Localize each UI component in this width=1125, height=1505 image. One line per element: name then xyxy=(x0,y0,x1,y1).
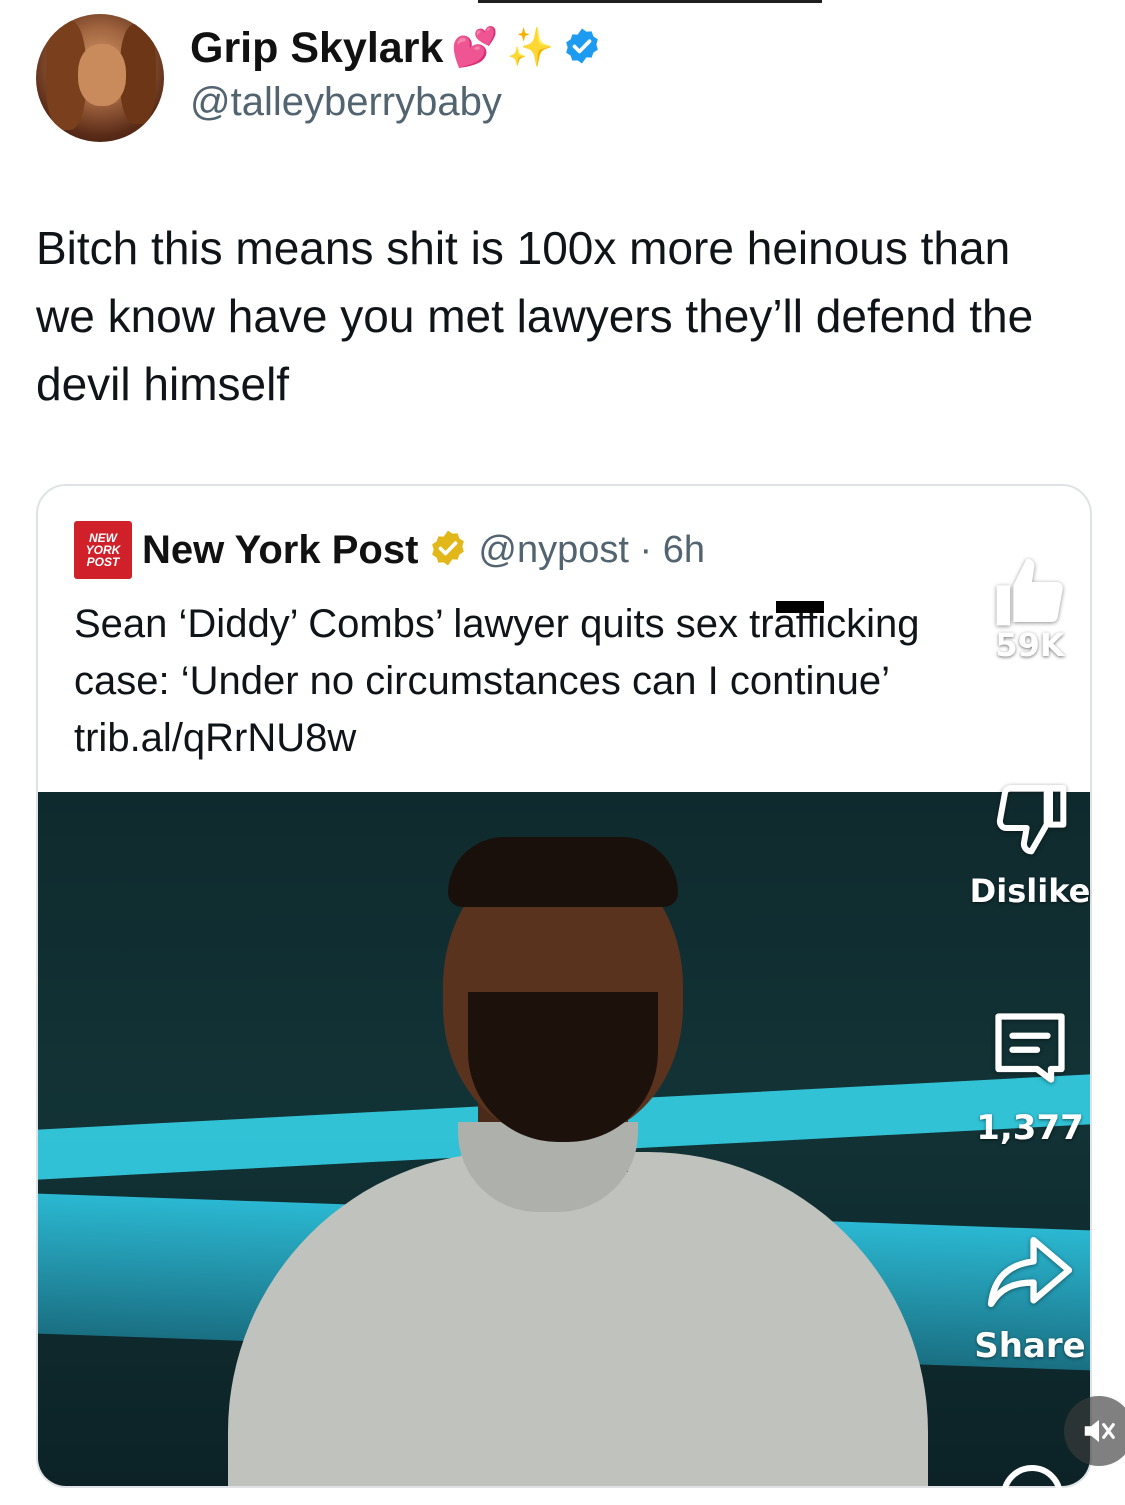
dislike-label: Dislike xyxy=(969,872,1091,910)
quoted-header: NEW YORK POST New York Post @nypost · 6h xyxy=(74,521,705,579)
comment-button[interactable]: 1,377 xyxy=(968,1006,1092,1148)
mute-speaker-icon xyxy=(1084,1419,1115,1443)
mute-button[interactable] xyxy=(1064,1396,1125,1466)
thumbs-up-icon xyxy=(996,558,1063,626)
photo-hair xyxy=(448,837,678,907)
quoted-handle-time: @nypost · 6h xyxy=(478,528,705,571)
author-name-row: Grip Skylark 💕 ✨ xyxy=(190,22,602,74)
top-progress-line xyxy=(478,0,822,3)
quoted-tweet-card[interactable]: NEW YORK POST New York Post @nypost · 6h… xyxy=(36,484,1092,1488)
heart-emoji: 💕 xyxy=(451,27,499,69)
nypost-logo: NEW YORK POST xyxy=(74,521,132,579)
share-button[interactable]: Share xyxy=(968,1232,1092,1366)
avatar[interactable] xyxy=(36,14,164,142)
tweet-text: Bitch this means shit is 100x more heino… xyxy=(36,222,1034,410)
comment-count: 1,377 xyxy=(976,1108,1084,1148)
dislike-button[interactable]: Dislike xyxy=(968,778,1092,910)
share-label: Share xyxy=(974,1326,1086,1366)
quoted-text-line: case: ‘Under no circumstances can I cont… xyxy=(74,659,890,703)
thumbs-down-icon xyxy=(996,785,1067,855)
redaction-bar xyxy=(776,601,824,613)
display-name[interactable]: Grip Skylark xyxy=(190,24,443,73)
remix-icon[interactable] xyxy=(992,1460,1072,1505)
quoted-text-line: Sean ‘Diddy’ Combs’ lawyer quits sex tra… xyxy=(74,602,920,646)
news-photo[interactable] xyxy=(38,792,1090,1486)
author-handle[interactable]: @talleyberrybaby xyxy=(190,80,502,125)
verified-badge-icon xyxy=(562,26,602,71)
share-arrow-icon xyxy=(987,1236,1073,1308)
quoted-name[interactable]: New York Post xyxy=(142,528,418,573)
quoted-link[interactable]: trib.al/qRrNU8w xyxy=(74,710,1074,767)
comment-icon xyxy=(995,1013,1065,1083)
sparkles-emoji: ✨ xyxy=(506,27,555,69)
avatar-face xyxy=(78,44,126,106)
quoted-text: Sean ‘Diddy’ Combs’ lawyer quits sex tra… xyxy=(74,596,1074,767)
gold-verified-badge-icon xyxy=(428,528,468,573)
like-button[interactable]: 59K xyxy=(968,552,1092,664)
